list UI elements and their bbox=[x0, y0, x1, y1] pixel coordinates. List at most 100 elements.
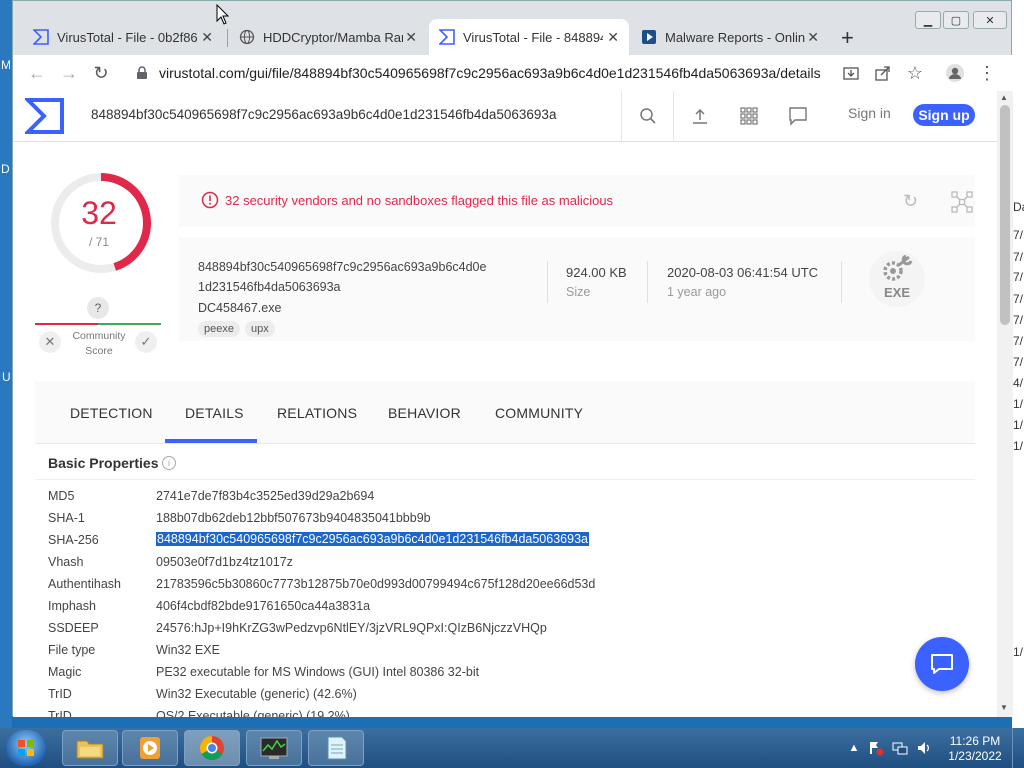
close-tab-icon[interactable]: ✕ bbox=[405, 29, 417, 46]
tab-community[interactable]: COMMUNITY bbox=[495, 405, 583, 421]
taskbar-notepad[interactable] bbox=[308, 730, 364, 766]
show-desktop-button[interactable] bbox=[1012, 728, 1024, 768]
header-divider bbox=[673, 91, 674, 141]
tag-upx[interactable]: upx bbox=[245, 321, 275, 337]
new-tab-button[interactable]: + bbox=[841, 25, 854, 51]
close-tab-icon[interactable]: ✕ bbox=[201, 29, 213, 46]
bookmark-button[interactable]: ☆ bbox=[903, 61, 927, 85]
virustotal-icon bbox=[33, 29, 49, 45]
desktop-left-edge: M D U bbox=[0, 0, 12, 728]
desktop-fragment: 1/ bbox=[1013, 645, 1024, 659]
system-clock[interactable]: 11:26 PM 1/23/2022 bbox=[940, 734, 1010, 764]
share-icon bbox=[875, 66, 890, 81]
taskbar-explorer[interactable] bbox=[62, 730, 118, 766]
chat-button[interactable] bbox=[915, 637, 969, 691]
search-button[interactable] bbox=[637, 105, 659, 127]
tab-title: VirusTotal - File - 848894b bbox=[463, 29, 603, 45]
scrollbar-thumb[interactable] bbox=[1000, 105, 1010, 325]
close-icon: ✕ bbox=[985, 14, 995, 27]
start-button[interactable] bbox=[6, 730, 46, 766]
minimize-icon: ▁ bbox=[923, 14, 933, 27]
comments-button[interactable] bbox=[787, 105, 809, 127]
upload-button[interactable] bbox=[689, 105, 711, 127]
scroll-down-icon[interactable]: ▼ bbox=[1000, 703, 1008, 712]
community-label-line: Community bbox=[72, 330, 126, 342]
property-key: MD5 bbox=[48, 489, 75, 503]
page-content: 848894bf30c540965698f7c9c2956ac693a9b6c4… bbox=[13, 91, 997, 717]
gear-wrench-icon bbox=[883, 255, 913, 281]
last-analysis-date: 2020-08-03 06:41:54 UTC bbox=[667, 265, 819, 280]
show-hidden-icons[interactable]: ▲ bbox=[846, 740, 862, 756]
taskbar-task-manager[interactable] bbox=[246, 730, 302, 766]
search-input[interactable]: 848894bf30c540965698f7c9c2956ac693a9b6c4… bbox=[91, 107, 556, 122]
volume-icon[interactable] bbox=[916, 740, 932, 756]
reload-button[interactable]: ↻ bbox=[89, 61, 113, 85]
tab-behavior[interactable]: BEHAVIOR bbox=[388, 405, 461, 421]
file-name: DC458467.exe bbox=[198, 301, 282, 315]
minimize-button[interactable]: ▁ bbox=[915, 11, 941, 29]
clock-date: 1/23/2022 bbox=[948, 749, 1002, 763]
file-hash-line: 1d231546fb4da5063693a bbox=[198, 280, 341, 294]
profile-button[interactable] bbox=[943, 61, 967, 85]
active-tab-indicator bbox=[165, 439, 257, 443]
taskbar-chrome[interactable] bbox=[184, 730, 240, 766]
tab-virustotal-active[interactable]: VirusTotal - File - 848894b ✕ bbox=[429, 19, 629, 55]
file-hash: 848894bf30c540965698f7c9c2956ac693a9b6c4… bbox=[198, 257, 518, 297]
desktop-fragment: 1/ bbox=[1013, 439, 1024, 453]
divider bbox=[647, 261, 648, 303]
close-icon: ✕ bbox=[44, 334, 56, 349]
desktop-fragment: 1/ bbox=[1013, 418, 1024, 432]
tab-relations[interactable]: RELATIONS bbox=[277, 405, 357, 421]
property-value: 09503e0f7d1bz4tz1017z bbox=[156, 555, 293, 569]
maximize-button[interactable]: ▢ bbox=[943, 11, 969, 29]
clock-time: 11:26 PM bbox=[949, 734, 1001, 748]
close-window-button[interactable]: ✕ bbox=[973, 11, 1007, 29]
menu-button[interactable]: ⋮ bbox=[975, 61, 999, 85]
tab-hddcryptor[interactable]: HDDCryptor/Mamba Rans ✕ bbox=[229, 19, 427, 55]
install-button[interactable] bbox=[839, 61, 863, 85]
tab-title: Malware Reports - Online bbox=[665, 29, 805, 45]
forward-button[interactable]: → bbox=[57, 61, 81, 85]
file-size-value: 924.00 KB bbox=[566, 265, 627, 280]
property-key: Imphash bbox=[48, 599, 96, 613]
reload-icon: ↻ bbox=[93, 62, 109, 83]
info-icon[interactable]: i bbox=[162, 456, 176, 470]
close-tab-icon[interactable]: ✕ bbox=[807, 29, 819, 46]
restore-icon: ▢ bbox=[950, 14, 962, 27]
scroll-up-icon[interactable]: ▲ bbox=[1000, 93, 1008, 102]
desktop-fragment: Da bbox=[1013, 200, 1024, 214]
property-value-selected[interactable]: 848894bf30c540965698f7c9c2956ac693a9b6c4… bbox=[156, 532, 589, 546]
last-analysis-relative: 1 year ago bbox=[667, 285, 727, 299]
tag-peexe[interactable]: peexe bbox=[198, 321, 240, 337]
tab-malware-reports[interactable]: Malware Reports - Online ✕ bbox=[631, 19, 829, 55]
vote-harmless-button[interactable]: ✓ bbox=[135, 331, 157, 353]
property-key: Magic bbox=[48, 665, 82, 679]
action-center-icon[interactable] bbox=[868, 740, 884, 756]
back-button[interactable]: ← bbox=[25, 61, 49, 85]
refresh-icon: ↻ bbox=[903, 191, 919, 211]
tab-details[interactable]: DETAILS bbox=[185, 405, 244, 421]
vt-header: 848894bf30c540965698f7c9c2956ac693a9b6c4… bbox=[13, 91, 997, 142]
taskbar-media-player[interactable] bbox=[122, 730, 178, 766]
close-tab-icon[interactable]: ✕ bbox=[607, 29, 619, 46]
property-value: 188b07db62deb12bbf507673b9404835041bbb9b bbox=[156, 511, 431, 525]
network-icon[interactable] bbox=[892, 740, 908, 756]
sign-in-link[interactable]: Sign in bbox=[848, 105, 891, 121]
lock-icon bbox=[137, 66, 147, 79]
arrow-right-icon: → bbox=[60, 62, 78, 83]
star-icon: ☆ bbox=[906, 62, 924, 83]
address-bar[interactable]: virustotal.com/gui/file/848894bf30c54096… bbox=[125, 59, 845, 87]
similar-files-button[interactable] bbox=[951, 191, 973, 216]
sign-up-button[interactable]: Sign up bbox=[913, 104, 975, 126]
apps-button[interactable] bbox=[738, 105, 760, 127]
upload-icon bbox=[693, 108, 707, 124]
reanalyze-button[interactable]: ↻ bbox=[903, 191, 923, 211]
virustotal-logo[interactable] bbox=[23, 97, 65, 138]
vertical-scrollbar[interactable]: ▲ ▼ bbox=[997, 91, 1013, 717]
share-button[interactable] bbox=[871, 61, 895, 85]
graph-nodes-icon bbox=[951, 191, 973, 213]
globe-icon bbox=[239, 29, 255, 45]
tab-virustotal-1[interactable]: VirusTotal - File - 0b2f863 ✕ bbox=[23, 19, 223, 55]
tab-detection[interactable]: DETECTION bbox=[70, 405, 153, 421]
vote-harmful-button[interactable]: ✕ bbox=[39, 331, 61, 353]
